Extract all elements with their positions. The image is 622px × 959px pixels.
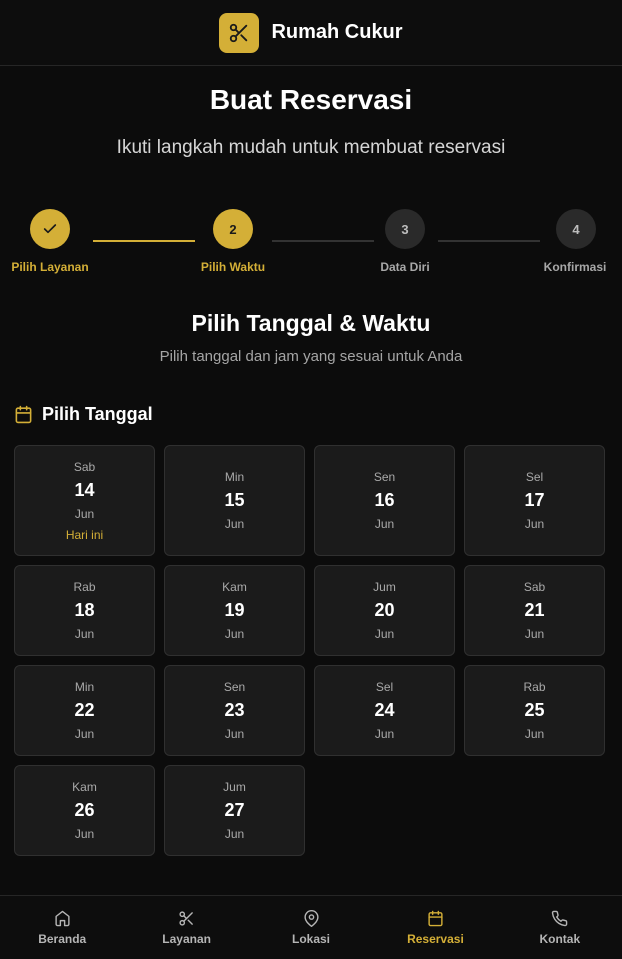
nav-item-beranda[interactable]: Beranda xyxy=(0,896,124,959)
step-connector xyxy=(438,240,540,242)
date-month: Jun xyxy=(524,517,545,531)
date-weekday: Min xyxy=(224,470,245,484)
date-month: Jun xyxy=(224,517,245,531)
check-icon xyxy=(43,224,57,234)
date-card[interactable]: Kam 19 Jun xyxy=(164,565,305,656)
nav-item-layanan[interactable]: Layanan xyxy=(124,896,248,959)
step-2-circle: 2 xyxy=(213,209,253,249)
date-card[interactable]: Sen 23 Jun xyxy=(164,665,305,756)
date-card[interactable]: Sab 21 Jun xyxy=(464,565,605,656)
step-4-circle: 4 xyxy=(556,209,596,249)
date-picker-heading: Pilih Tanggal xyxy=(14,404,153,425)
nav-label: Reservasi xyxy=(407,931,464,946)
home-icon xyxy=(55,910,70,926)
date-day: 14 xyxy=(74,479,95,500)
date-card[interactable]: Rab 25 Jun xyxy=(464,665,605,756)
today-badge: Hari ini xyxy=(65,527,104,542)
date-picker-title: Pilih Tanggal xyxy=(42,404,153,424)
date-month: Jun xyxy=(524,727,545,741)
date-card[interactable]: Rab 18 Jun xyxy=(14,565,155,656)
step-indicator: Pilih Layanan 2 Pilih Waktu 3 Data Diri … xyxy=(0,208,622,278)
bottom-nav: Beranda Layanan Lokasi Reservasi Kontak xyxy=(0,895,622,959)
date-weekday: Sen xyxy=(373,470,396,484)
date-month: Jun xyxy=(374,727,395,741)
date-weekday: Kam xyxy=(222,580,247,594)
date-weekday: Jum xyxy=(373,580,396,594)
date-day: 20 xyxy=(374,600,395,620)
date-weekday: Min xyxy=(74,680,95,694)
nav-label: Lokasi xyxy=(292,931,331,946)
scissors-icon[interactable] xyxy=(219,12,260,53)
date-card[interactable]: Sab 14 Jun Hari ini xyxy=(14,445,155,556)
date-month: Jun xyxy=(74,727,95,741)
date-day: 27 xyxy=(224,800,245,820)
date-day: 25 xyxy=(524,700,545,720)
nav-item-kontak[interactable]: Kontak xyxy=(498,896,622,959)
date-day: 16 xyxy=(374,490,395,510)
section-title: Pilih Tanggal & Waktu xyxy=(191,310,431,336)
date-month: Jun xyxy=(74,627,95,641)
date-day: 26 xyxy=(74,800,95,820)
date-weekday: Rab xyxy=(73,580,96,594)
date-day: 17 xyxy=(524,490,545,510)
step-2-label: Pilih Waktu xyxy=(200,260,266,274)
nav-label: Beranda xyxy=(38,931,87,946)
date-day: 15 xyxy=(224,490,245,510)
step-1-label: Pilih Layanan xyxy=(11,260,89,274)
date-card[interactable]: Sel 24 Jun xyxy=(314,665,455,756)
date-grid: Sab 14 Jun Hari ini Min 15 Jun Sen 16 Ju… xyxy=(14,445,605,856)
date-weekday: Rab xyxy=(523,680,546,694)
calendar-icon xyxy=(15,405,32,424)
date-day: 19 xyxy=(224,600,245,620)
date-month: Jun xyxy=(74,827,95,841)
date-weekday: Sab xyxy=(523,580,546,594)
date-month: Jun xyxy=(74,506,95,521)
date-weekday: Sen xyxy=(223,680,246,694)
date-month: Jun xyxy=(524,627,545,641)
date-month: Jun xyxy=(374,627,395,641)
calendar-icon xyxy=(428,910,443,926)
date-card[interactable]: Jum 27 Jun xyxy=(164,765,305,856)
date-day: 22 xyxy=(74,700,95,720)
date-card[interactable]: Min 22 Jun xyxy=(14,665,155,756)
date-day: 18 xyxy=(74,600,95,620)
date-day: 23 xyxy=(224,700,245,720)
date-month: Jun xyxy=(374,517,395,531)
date-month: Jun xyxy=(224,727,245,741)
section-subtitle: Pilih tanggal dan jam yang sesuai untuk … xyxy=(159,348,463,365)
step-1-circle xyxy=(30,209,70,249)
date-month: Jun xyxy=(224,627,245,641)
page-title: Buat Reservasi xyxy=(209,84,413,115)
brand-name[interactable]: Rumah Cukur xyxy=(271,21,402,44)
date-month: Jun xyxy=(224,827,245,841)
date-card[interactable]: Sen 16 Jun xyxy=(314,445,455,556)
nav-item-reservasi[interactable]: Reservasi xyxy=(373,896,497,959)
date-day: 21 xyxy=(524,600,545,620)
app-header: Rumah Cukur xyxy=(0,0,622,66)
date-card[interactable]: Kam 26 Jun xyxy=(14,765,155,856)
step-connector xyxy=(272,240,374,242)
nav-label: Layanan xyxy=(162,931,211,946)
phone-icon xyxy=(552,910,568,926)
step-3-label: Data Diri xyxy=(380,260,430,274)
scissors-icon xyxy=(179,910,193,926)
date-day: 24 xyxy=(374,700,395,720)
nav-label: Kontak xyxy=(539,931,581,946)
map-pin-icon xyxy=(303,909,319,927)
date-card[interactable]: Min 15 Jun xyxy=(164,445,305,556)
date-weekday: Jum xyxy=(223,780,246,794)
date-card[interactable]: Jum 20 Jun xyxy=(314,565,455,656)
date-weekday: Sab xyxy=(73,459,96,474)
nav-item-lokasi[interactable]: Lokasi xyxy=(249,896,373,959)
date-card[interactable]: Sel 17 Jun xyxy=(464,445,605,556)
step-4-label: Konfirmasi xyxy=(543,260,607,274)
page-subtitle: Ikuti langkah mudah untuk membuat reserv… xyxy=(116,137,506,158)
date-weekday: Kam xyxy=(72,780,97,794)
date-weekday: Sel xyxy=(525,470,544,484)
step-3-circle: 3 xyxy=(385,209,425,249)
date-weekday: Sel xyxy=(375,680,394,694)
step-connector xyxy=(93,240,195,242)
